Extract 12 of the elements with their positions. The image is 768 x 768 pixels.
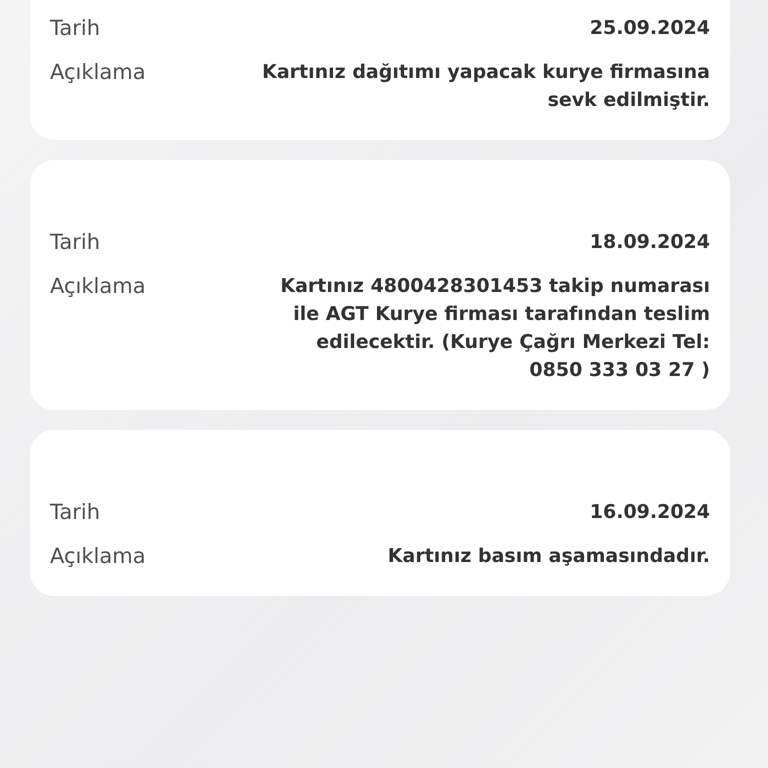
field-label: Açıklama xyxy=(50,543,146,570)
field-label: Açıklama xyxy=(50,273,146,300)
field-label: Tarih xyxy=(50,499,100,526)
field-value: 25.09.2024 xyxy=(590,16,710,41)
field-label: Tarih xyxy=(50,229,100,256)
field-value: Kartınız 4800428301453 takip numarası ile AGT Kurye firması tarafından teslim edilecektir. (Kurye Çağrı Merkezi Tel: 0850 333 03 27 ) xyxy=(279,274,710,383)
field-value: 18.09.2024 xyxy=(590,230,710,255)
field-label: Tarih xyxy=(50,15,100,42)
field-value: Kartınız basım aşamasındadır. xyxy=(388,544,710,569)
field-value: 16.09.2024 xyxy=(590,500,710,525)
field-label: Açıklama xyxy=(50,59,146,86)
field-value: Kartınız dağıtımı yapacak kurye firmasına sevk edilmiştir. xyxy=(261,60,710,113)
